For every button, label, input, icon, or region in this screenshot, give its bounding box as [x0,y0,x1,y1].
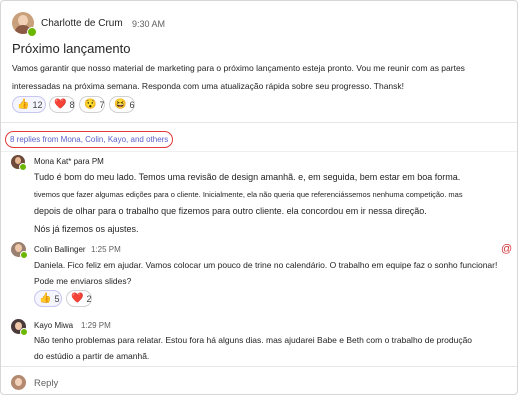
reply-line: Nós já fizemos os ajustes. [34,224,139,234]
divider [1,366,517,367]
thumbs-up-icon: 👍 [39,293,52,304]
reply-author[interactable]: Mona Kat* para PM [34,157,104,166]
thread-rule [1,151,517,152]
reaction-thumbs-up[interactable]: 👍 5 [34,290,62,307]
reply-time: 1:29 PM [81,321,111,330]
reply-line: Tudo é bom do meu lado. Temos uma revisã… [34,172,461,182]
heart-icon: ❤️ [71,293,84,304]
reaction-count: 8 [69,99,75,110]
heart-icon: ❤️ [54,99,67,110]
presence-available-icon [19,163,27,171]
reply-line: do estúdio a partir de amanhã. [34,351,150,361]
post-time: 9:30 AM [132,19,166,29]
reply-author[interactable]: Colin Ballinger [34,245,86,254]
replies-summary-text: 8 replies from Mona, Colin, Kayo, and ot… [10,135,169,144]
reaction-count: 7 [99,99,105,110]
reaction-count: 5 [54,293,60,304]
reply-input[interactable]: Reply [34,378,58,389]
reaction-laughing[interactable]: 😆 6 [109,96,135,113]
surprised-face-icon: 😯 [84,99,97,110]
reaction-count: 12 [32,99,43,110]
reply-line: depois de olhar para o trabalho que fize… [34,206,427,216]
reaction-count: 6 [129,99,135,110]
thumbs-up-icon: 👍 [17,99,30,110]
post-author[interactable]: Charlotte de Crum [41,18,123,29]
reply-line: Pode me enviaros slides? [34,276,132,286]
conversation-card: Charlotte de Crum 9:30 AM Próximo lançam… [0,0,518,395]
reaction-thumbs-up[interactable]: 👍 12 [12,96,46,113]
mention-icon: @ [501,243,513,255]
post-body: Vamos garantir que nosso material de mar… [12,63,465,91]
reaction-surprised[interactable]: 😯 7 [79,96,105,113]
reaction-heart[interactable]: ❤️ 8 [49,96,75,113]
post-title: Próximo lançamento [12,41,131,56]
replies-summary-link[interactable]: 8 replies from Mona, Colin, Kayo, and ot… [5,131,174,148]
presence-available-icon [20,328,28,336]
avatar-current-user [11,375,26,390]
reply-author[interactable]: Kayo Miwa [34,321,73,330]
divider [1,122,517,123]
presence-available-icon [27,27,37,37]
reaction-heart[interactable]: ❤️ 2 [66,290,92,307]
laughing-face-icon: 😆 [114,99,127,110]
reaction-count: 2 [86,293,92,304]
reply-time: 1:25 PM [91,245,121,254]
presence-available-icon [20,251,28,259]
